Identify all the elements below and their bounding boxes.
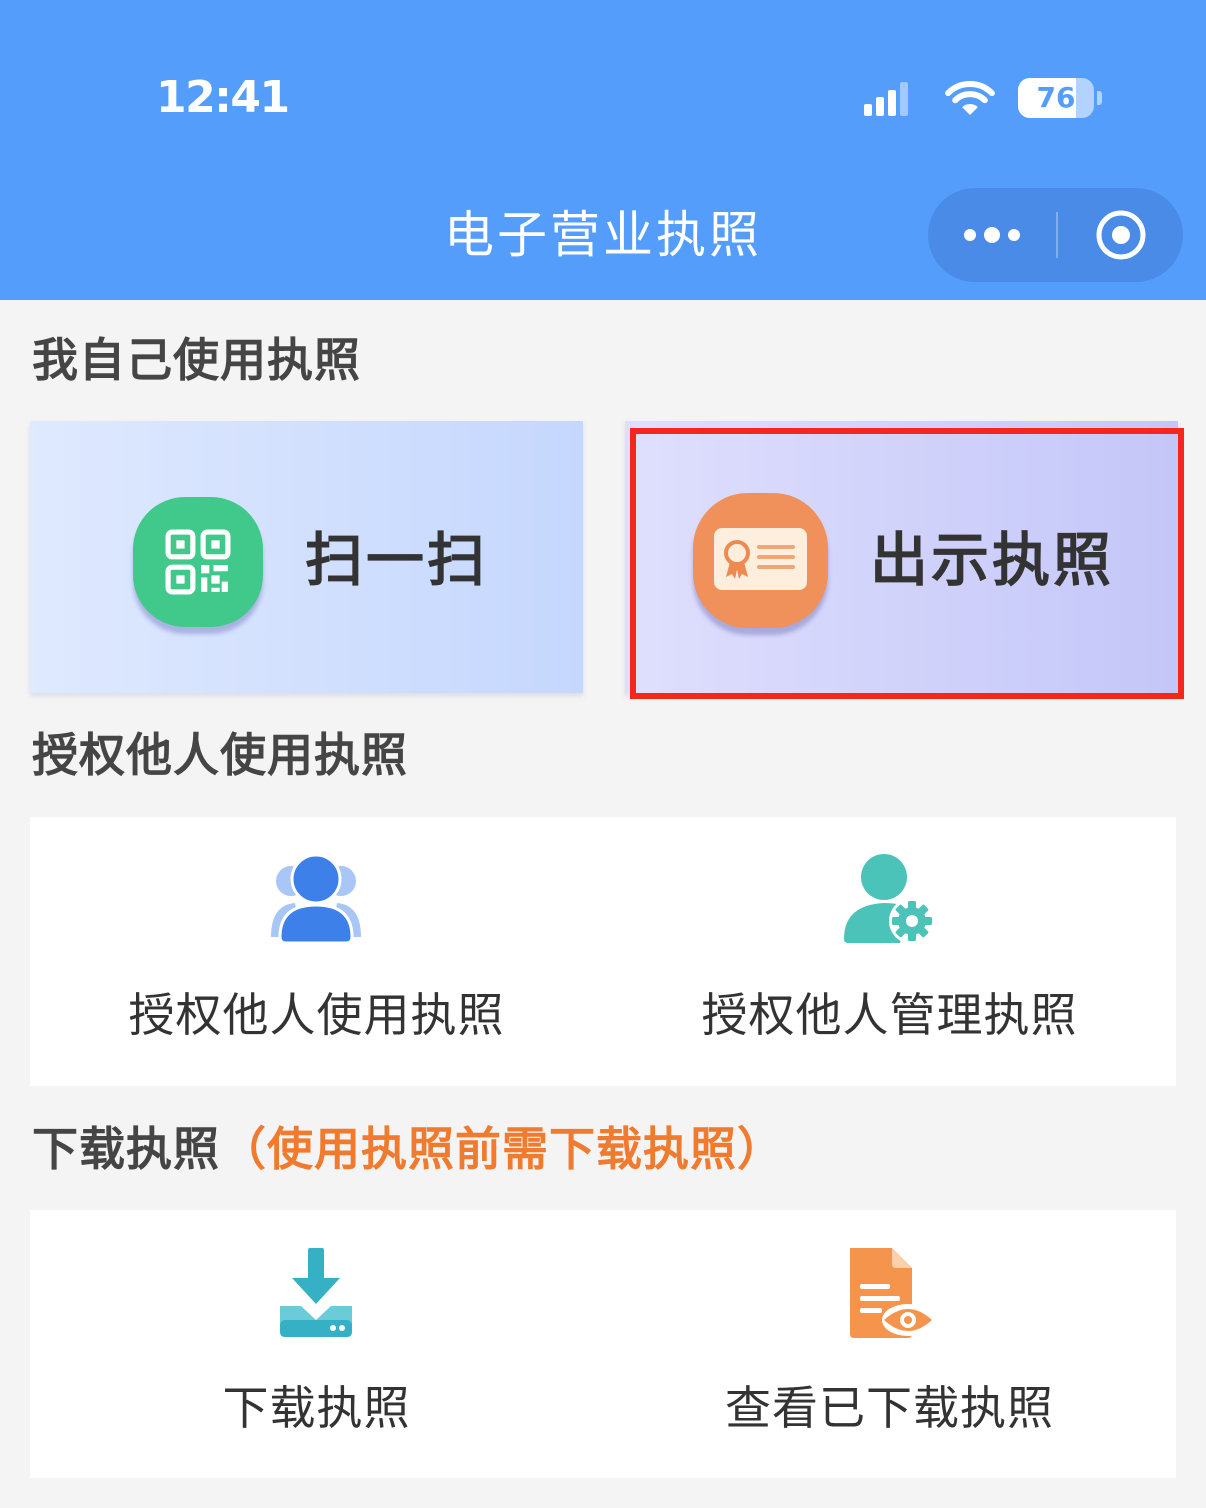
qr-code-icon xyxy=(165,529,231,595)
close-button[interactable] xyxy=(1058,188,1183,282)
authorize-manage-item[interactable]: 授权他人管理执照 xyxy=(603,817,1176,1086)
more-dots-icon xyxy=(964,227,1020,243)
download-heading-text: 下载执照 xyxy=(32,1122,220,1176)
view-downloaded-item[interactable]: 查看已下载执照 xyxy=(603,1210,1176,1478)
battery-cap xyxy=(1097,91,1102,105)
authorize-panel: 授权他人使用执照 授权他人管理执照 xyxy=(30,817,1176,1086)
users-icon xyxy=(271,853,361,943)
scan-card-label: 扫一扫 xyxy=(305,526,489,594)
section-heading-authorize: 授权他人使用执照 xyxy=(32,728,408,782)
section-heading-download: 下载执照（使用执照前需下载执照） xyxy=(32,1122,784,1176)
status-time: 12:41 xyxy=(156,72,290,123)
download-note: （使用执照前需下载执照） xyxy=(220,1122,784,1176)
view-downloaded-label: 查看已下载执照 xyxy=(725,1381,1054,1435)
highlight-box xyxy=(630,428,1184,699)
download-panel: 下载执照 查看已下载执照 xyxy=(30,1210,1176,1478)
download-license-label: 下载执照 xyxy=(222,1381,411,1435)
scan-icon-badge xyxy=(133,497,263,627)
authorize-use-item[interactable]: 授权他人使用执照 xyxy=(30,817,603,1086)
wifi-icon xyxy=(945,81,995,115)
more-button[interactable] xyxy=(928,188,1056,282)
mini-program-capsule xyxy=(928,188,1183,282)
download-license-item[interactable]: 下载执照 xyxy=(30,1210,603,1478)
top-bar: 12:41 76 电子营业执照 xyxy=(0,0,1206,300)
download-icon xyxy=(280,1248,352,1337)
battery-body: 76 xyxy=(1018,78,1094,118)
battery-level: 76 xyxy=(1036,81,1076,114)
section-heading-self-use: 我自己使用执照 xyxy=(32,333,361,387)
scan-card[interactable]: 扫一扫 xyxy=(30,421,583,693)
target-circle-icon xyxy=(1096,210,1145,260)
view-document-icon xyxy=(850,1248,934,1338)
authorize-manage-label: 授权他人管理执照 xyxy=(701,988,1078,1042)
cellular-signal-icon xyxy=(864,82,908,116)
authorize-use-label: 授权他人使用执照 xyxy=(128,988,505,1042)
battery-icon: 76 xyxy=(1018,78,1102,118)
user-settings-icon xyxy=(844,854,934,943)
status-bar: 12:41 76 xyxy=(0,0,1206,150)
